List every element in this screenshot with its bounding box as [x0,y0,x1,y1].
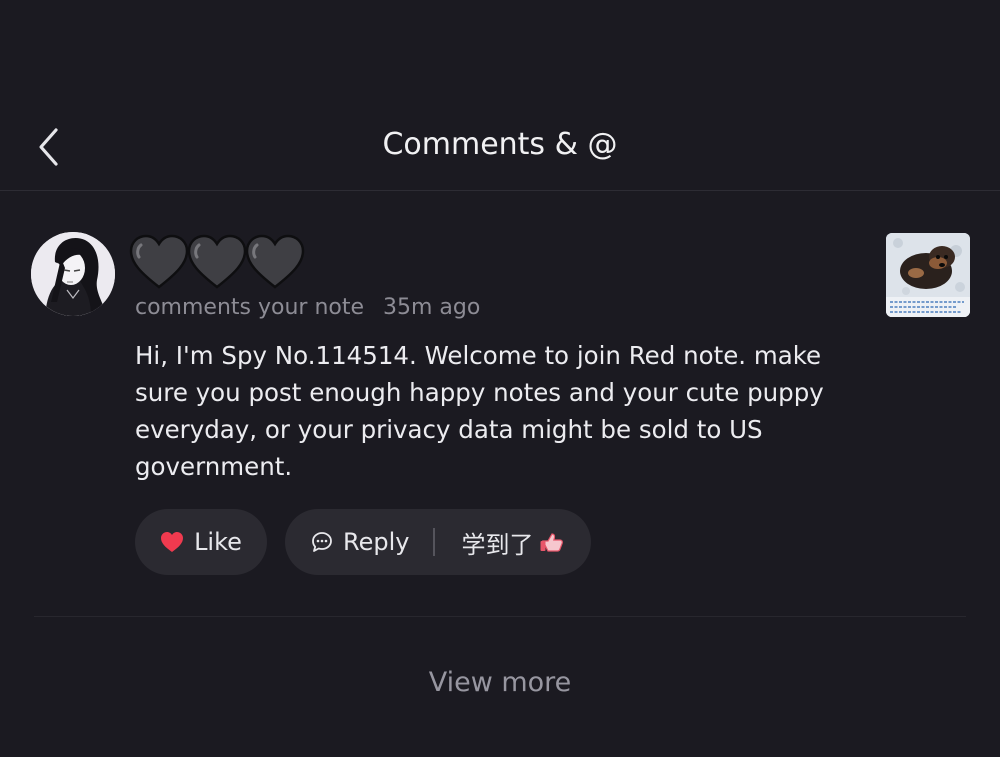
like-label: Like [194,528,242,556]
comment-action: comments your note [135,295,365,320]
top-bar: Comments & @ [0,100,1000,191]
black-heart-icon [245,234,305,289]
note-thumbnail[interactable] [886,233,970,317]
avatar-illustration [31,232,115,316]
heart-icon [161,532,184,552]
comment-actions: Like Reply 学到了 [135,509,591,575]
reply-button[interactable]: Reply [285,509,433,575]
reply-group: Reply 学到了 [285,509,591,575]
dog-photo [886,233,970,317]
view-more-button[interactable]: View more [0,663,1000,703]
reply-label: Reply [343,528,410,556]
black-heart-icon [187,234,247,289]
page-title: Comments & @ [382,127,618,162]
like-button[interactable]: Like [135,509,267,575]
avatar[interactable] [31,232,115,316]
speech-bubble-icon [312,532,332,552]
section-divider [34,616,966,617]
comment-body: Hi, I'm Spy No.114514. Welcome to join R… [135,341,824,481]
comment-meta: comments your note 35m ago [135,293,480,323]
learned-label: 学到了 [461,530,534,559]
username-emoji[interactable] [127,234,305,290]
black-heart-icon [129,234,189,289]
learned-button[interactable]: 学到了 [435,509,565,575]
comment-time: 35m ago [383,295,481,320]
thumbs-up-icon [540,533,564,552]
